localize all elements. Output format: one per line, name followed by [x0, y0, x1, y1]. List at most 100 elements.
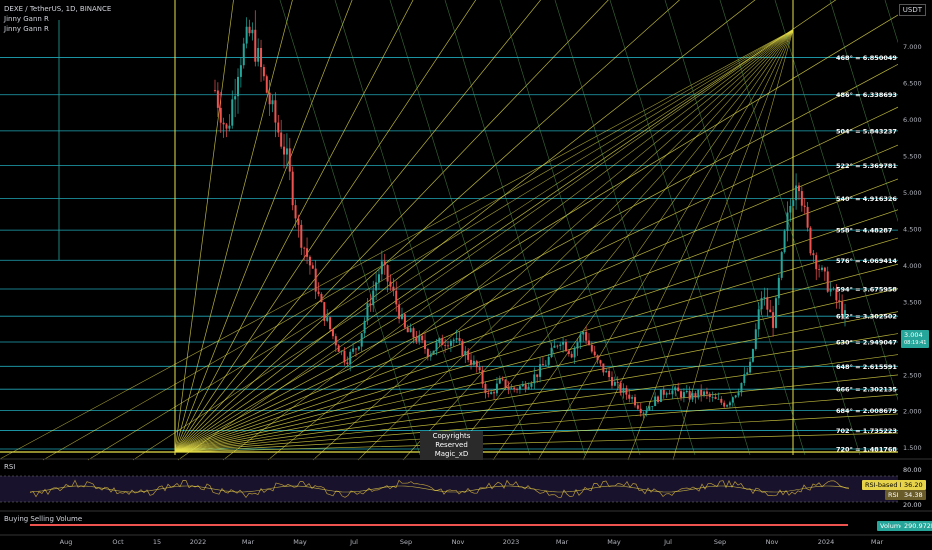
candle-body — [274, 100, 277, 123]
copyright-box: Copyrights Reserved Magic_xD — [420, 431, 483, 460]
candle-body — [838, 300, 841, 302]
candle-body — [490, 392, 493, 395]
time-axis[interactable]: Aug Oct 15 2022 Mar May Jul Sep Nov 2023 Mar May Jul… — [0, 458, 932, 546]
candle-body — [694, 393, 697, 398]
candle-body — [386, 265, 389, 282]
candle-body — [680, 391, 683, 398]
candle-body — [619, 382, 622, 393]
candle-body — [829, 288, 832, 292]
price-tick: 5.500 — [903, 152, 922, 160]
time-tick: May — [607, 538, 621, 546]
indicator-label-2[interactable]: Jinny Gann R — [4, 25, 49, 33]
candle-body — [306, 248, 309, 257]
gann-fan-line — [174, 198, 932, 453]
candle-body — [475, 360, 478, 368]
candle-body — [354, 348, 357, 350]
candle-body — [763, 297, 766, 299]
last-price-badge: 3.004 08:19:41 — [901, 330, 930, 348]
indicator-label-1[interactable]: Jinny Gann R — [4, 15, 49, 23]
candle-body — [372, 290, 375, 306]
candle-body — [392, 286, 395, 291]
candle-body — [610, 377, 613, 386]
volume-bars — [30, 524, 848, 526]
candle-body — [576, 342, 579, 349]
rsi-label[interactable]: RSI — [4, 463, 15, 471]
candle-body — [369, 303, 372, 306]
rsi-ma-value: 36.20 — [901, 480, 926, 490]
time-tick: Sep — [714, 538, 726, 546]
price-tick: 1.500 — [903, 444, 922, 452]
candle-body — [634, 397, 636, 406]
candle-body — [809, 227, 812, 254]
candle-body — [677, 387, 680, 392]
candle-body — [642, 412, 645, 414]
candle-body — [570, 353, 573, 358]
time-tick: Jul — [349, 538, 358, 546]
gann-fan-line — [174, 280, 932, 453]
candle-body — [751, 349, 754, 362]
price-axis[interactable]: 7.000 6.500 6.000 5.500 5.000 4.500 4.000 3.500… — [898, 0, 932, 455]
time-tick: Mar — [556, 538, 569, 546]
candle-body — [334, 336, 337, 346]
candle-body — [412, 328, 415, 338]
price-tick: 3.500 — [903, 298, 922, 306]
gann-level-label: 468° = 6.850049 — [836, 54, 897, 62]
candle-body — [671, 390, 674, 395]
candle-body — [812, 253, 815, 256]
candle-body — [544, 364, 547, 366]
candle-body — [731, 397, 734, 403]
time-tick: Nov — [452, 538, 465, 546]
candle-body — [757, 309, 760, 330]
candle-body — [225, 124, 228, 129]
gann-level-label: 504° = 5.843237 — [836, 127, 897, 135]
currency-unit[interactable]: USDT — [898, 4, 926, 16]
candle-body — [685, 390, 688, 393]
gann-level-label: 558° = 4.48287 — [836, 227, 892, 235]
gann-level-label: 612° = 3.302502 — [836, 313, 897, 321]
candle-body — [734, 395, 737, 398]
candle-body — [662, 389, 665, 395]
candle-body — [596, 355, 599, 361]
candle-body — [444, 345, 447, 346]
candle-body — [277, 122, 280, 133]
candle-body — [579, 334, 582, 343]
gann-fan-line — [174, 0, 680, 453]
time-tick: 15 — [153, 538, 161, 546]
candle-body — [516, 389, 519, 390]
candle-body — [234, 96, 237, 100]
candle-body — [760, 298, 763, 310]
gann-fan-line — [174, 0, 353, 453]
candle-body — [723, 402, 726, 407]
candle-body — [636, 405, 639, 409]
gann-level-label: 702° = 1.735223 — [836, 427, 897, 435]
candle-body — [832, 288, 835, 290]
candle-body — [705, 391, 708, 394]
candle-body — [251, 29, 254, 34]
candle-body — [547, 357, 550, 365]
candle-body — [470, 359, 473, 365]
candle-body — [280, 132, 283, 147]
candle-body — [228, 125, 231, 129]
candle-body — [340, 350, 343, 352]
candle-body — [783, 230, 786, 253]
candle-body — [590, 344, 593, 352]
time-tick: Jul — [663, 538, 672, 546]
candle-body — [329, 317, 332, 330]
candle-body — [311, 265, 314, 269]
candle-body — [521, 384, 524, 387]
candle-body — [524, 384, 527, 390]
candle-body — [383, 261, 386, 266]
candle-body — [467, 350, 470, 360]
candle-body — [541, 364, 544, 366]
candle-body — [271, 100, 274, 105]
candle-body — [449, 340, 452, 346]
candle-body — [772, 312, 775, 328]
candle-body — [438, 338, 441, 343]
candle-body — [285, 148, 288, 155]
gann-fan-line — [174, 349, 932, 453]
gann-chart[interactable]: 468° = 6.850049 486° = 6.338693 504° = 5.8… — [0, 0, 932, 550]
candle-body — [527, 386, 530, 390]
candle-body — [216, 90, 219, 108]
candle-body — [550, 347, 553, 358]
volume-label[interactable]: Buying Selling Volume — [4, 515, 82, 523]
